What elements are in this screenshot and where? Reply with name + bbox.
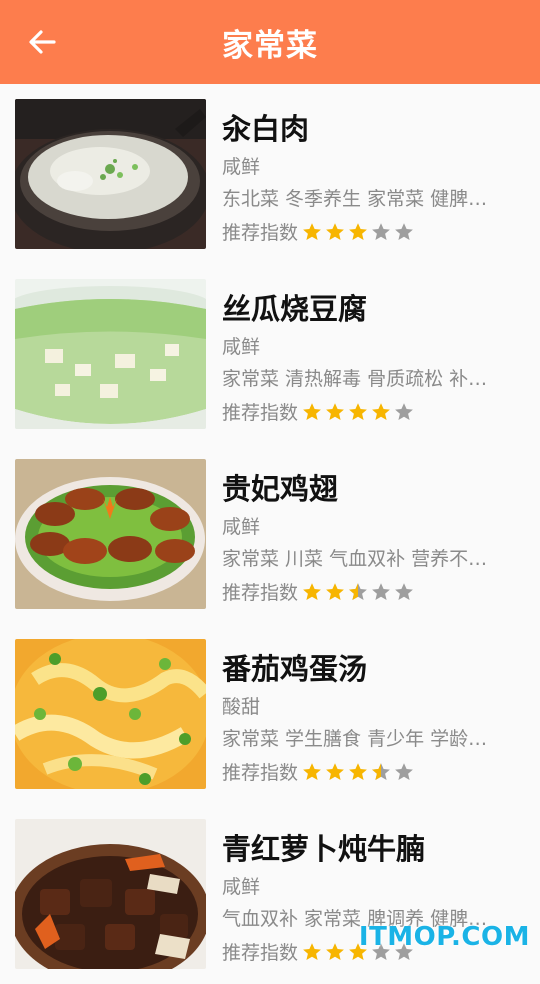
- star-filled-icon: [326, 943, 344, 960]
- rating-stars: [302, 581, 417, 603]
- list-item[interactable]: 贵妃鸡翅 咸鲜 家常菜 川菜 气血双补 营养不… 推荐指数: [0, 444, 540, 624]
- dish-name: 番茄鸡蛋汤: [222, 652, 368, 686]
- star-empty-icon: [372, 583, 390, 600]
- list-item[interactable]: 青红萝卜炖牛腩 咸鲜 气血双补 家常菜 脾调养 健脾… 推荐指数: [0, 804, 540, 984]
- dish-taste: 咸鲜: [222, 516, 261, 538]
- star-filled-icon: [349, 763, 367, 780]
- rating-stars: [302, 761, 417, 783]
- star-filled-icon: [303, 403, 321, 420]
- dish-image: [15, 459, 206, 609]
- star-empty-icon: [395, 403, 413, 420]
- rating-label: 推荐指数: [222, 402, 299, 424]
- dish-rating: 推荐指数: [222, 218, 417, 244]
- dish-rating: 推荐指数: [222, 758, 417, 784]
- star-filled-icon: [303, 943, 321, 960]
- rating-label: 推荐指数: [222, 582, 299, 604]
- dish-rating: 推荐指数: [222, 398, 417, 424]
- star-filled-icon: [303, 763, 321, 780]
- star-empty-icon: [395, 223, 413, 240]
- star-empty-icon: [395, 763, 413, 780]
- dish-name: 汆白肉: [222, 112, 310, 146]
- dish-tags: 家常菜 清热解毒 骨质疏松 补…: [222, 368, 488, 390]
- rating-label: 推荐指数: [222, 222, 299, 244]
- dish-name: 青红萝卜炖牛腩: [222, 832, 426, 866]
- dish-taste: 咸鲜: [222, 336, 261, 358]
- dish-image: [15, 819, 206, 969]
- dish-taste: 酸甜: [222, 696, 261, 718]
- star-filled-icon: [326, 763, 344, 780]
- dish-image: [15, 99, 206, 249]
- dish-tags: 家常菜 川菜 气血双补 营养不…: [222, 548, 488, 570]
- dish-image: [15, 279, 206, 429]
- dish-tags: 家常菜 学生膳食 青少年 学龄…: [222, 728, 488, 750]
- dish-taste: 咸鲜: [222, 876, 261, 898]
- rating-label: 推荐指数: [222, 942, 299, 964]
- page-title: 家常菜: [222, 28, 318, 64]
- rating-stars: [302, 221, 417, 243]
- star-filled-icon: [326, 223, 344, 240]
- rating-label: 推荐指数: [222, 762, 299, 784]
- dish-tags: 东北菜 冬季养生 家常菜 健脾…: [222, 188, 488, 210]
- star-filled-icon: [372, 403, 390, 420]
- star-empty-icon: [372, 223, 390, 240]
- star-filled-icon: [349, 403, 367, 420]
- list-item[interactable]: 汆白肉 咸鲜 东北菜 冬季养生 家常菜 健脾… 推荐指数: [0, 84, 540, 264]
- dish-image: [15, 639, 206, 789]
- star-filled-icon: [349, 223, 367, 240]
- star-filled-icon: [303, 223, 321, 240]
- rating-stars: [302, 401, 417, 423]
- dish-name: 丝瓜烧豆腐: [222, 292, 368, 326]
- app-bar: 家常菜: [0, 0, 540, 84]
- dish-taste: 咸鲜: [222, 156, 261, 178]
- list-item[interactable]: 番茄鸡蛋汤 酸甜 家常菜 学生膳食 青少年 学龄… 推荐指数: [0, 624, 540, 804]
- star-half-icon: [372, 763, 390, 780]
- watermark: ITMOP.COM: [358, 922, 530, 952]
- star-filled-icon: [303, 583, 321, 600]
- list-item[interactable]: 丝瓜烧豆腐 咸鲜 家常菜 清热解毒 骨质疏松 补… 推荐指数: [0, 264, 540, 444]
- star-half-icon: [349, 583, 367, 600]
- star-empty-icon: [395, 583, 413, 600]
- dish-name: 贵妃鸡翅: [222, 472, 339, 506]
- dish-rating: 推荐指数: [222, 578, 417, 604]
- star-filled-icon: [326, 403, 344, 420]
- star-filled-icon: [326, 583, 344, 600]
